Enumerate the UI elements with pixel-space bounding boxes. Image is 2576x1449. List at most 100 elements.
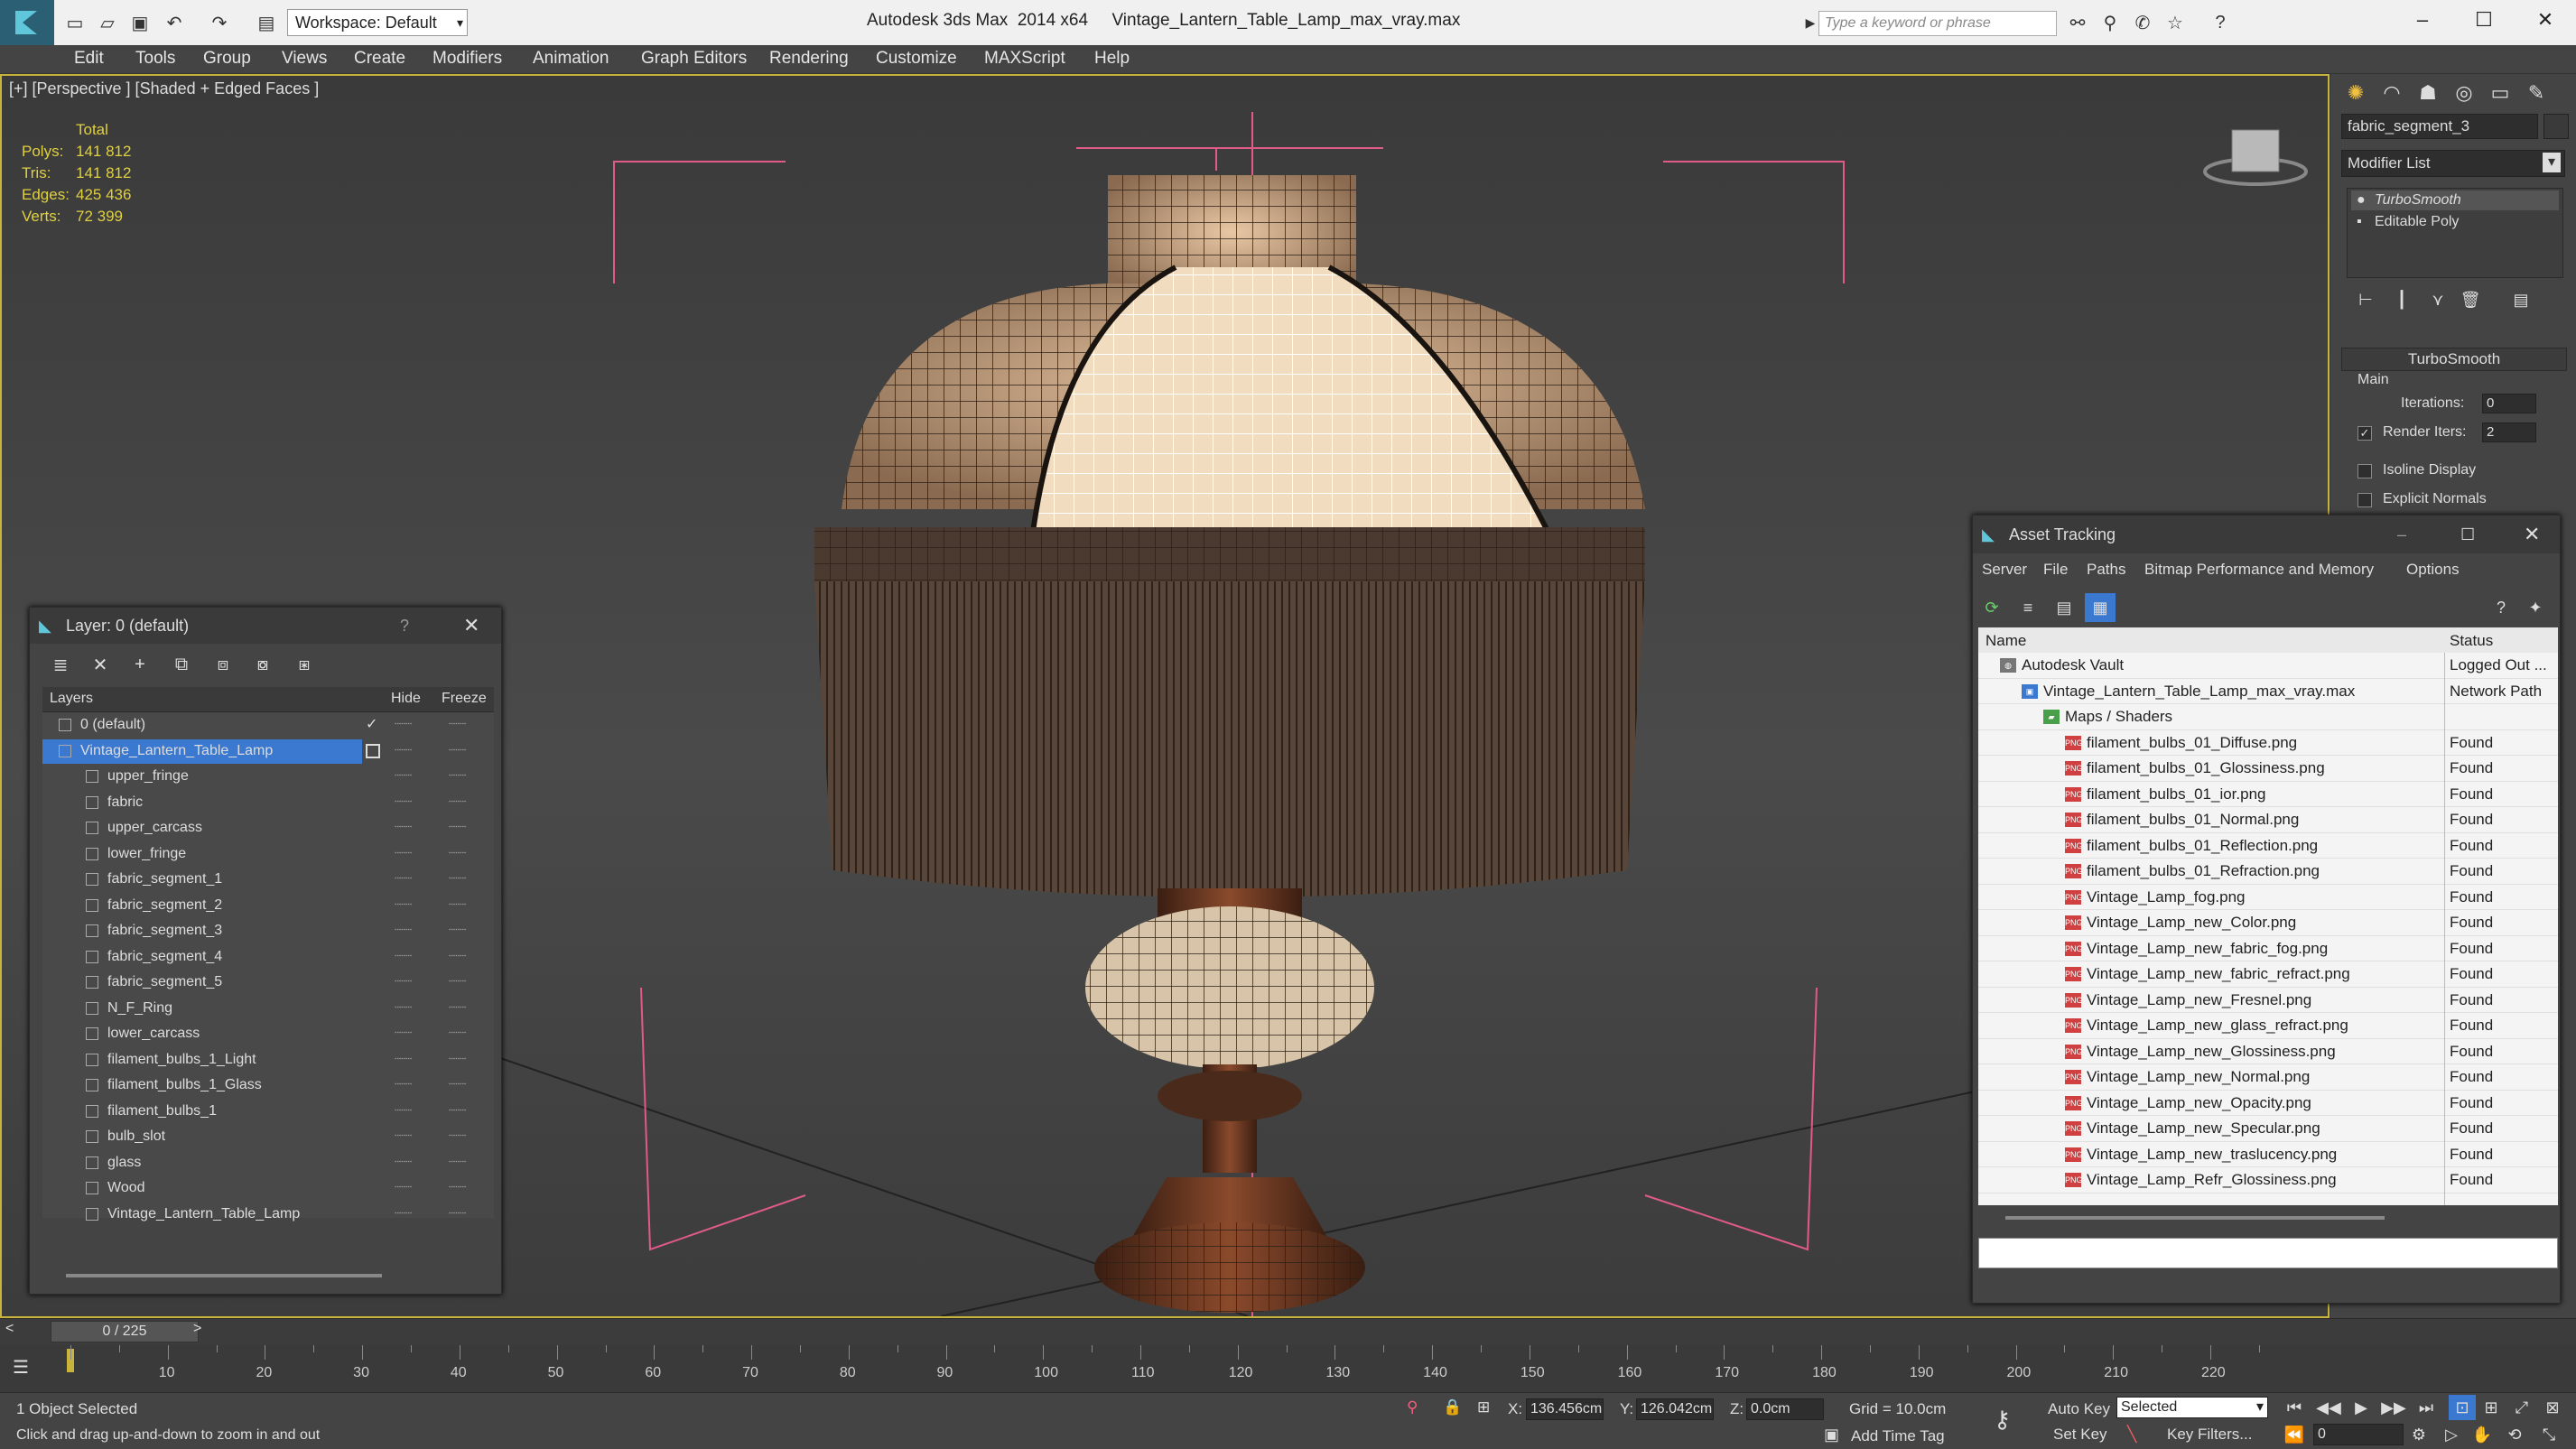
motion-tab-icon[interactable]: ◎ [2448,79,2480,107]
list-view-icon[interactable]: ≡ [2013,593,2043,622]
freeze-all-icon[interactable]: ⧆ [288,649,321,680]
help-icon[interactable]: ? [2209,11,2232,34]
pan-view-icon[interactable]: ✋ [2469,1422,2496,1447]
menu-customize[interactable]: Customize [876,49,957,69]
asset-menu-file[interactable]: File [2043,561,2068,579]
layer-row[interactable]: N_F_Ring ┈┈ ┈┈ [42,996,494,1022]
layer-row[interactable]: fabric_segment_3 ┈┈ ┈┈ [42,918,494,944]
layer-row[interactable]: glass ┈┈ ┈┈ [42,1150,494,1176]
remove-modifier-icon[interactable]: 🗑 [2457,287,2484,312]
layer-row[interactable]: Wood ┈┈ ┈┈ [42,1175,494,1202]
prev-frame-icon[interactable]: < [5,1321,14,1337]
field-of-view-icon[interactable]: ▷ [2438,1422,2465,1447]
turbosmooth-rollout[interactable]: TurboSmooth [2341,348,2567,371]
col-layers[interactable]: Layers [50,691,93,707]
asset-row[interactable]: PNG Vintage_Lamp_new_Color.png Found [1978,910,2558,936]
open-file-icon[interactable]: ▱ [96,11,119,34]
modifier-list-dropdown[interactable]: Modifier List ▾ [2341,150,2565,177]
hide-toggle-icon[interactable]: ┈┈ [395,712,412,738]
key-icon[interactable]: ⚷ [1994,1406,2011,1434]
help-icon[interactable]: ? [400,608,409,644]
hide-all-icon[interactable]: ⧇ [246,649,279,680]
freeze-toggle-icon[interactable]: ┈┈ [449,1021,466,1046]
z-coordinate-field[interactable]: 0.0cm [1746,1398,1824,1420]
hide-toggle-icon[interactable]: ┈┈ [395,1047,412,1073]
stack-item-editable-poly[interactable]: ▪ Editable Poly [2351,212,2559,232]
freeze-toggle-icon[interactable]: ┈┈ [449,867,466,892]
col-status[interactable]: Status [2450,632,2493,650]
layer-row[interactable]: fabric_segment_4 ┈┈ ┈┈ [42,944,494,971]
freeze-toggle-icon[interactable]: ┈┈ [449,1150,466,1175]
pin-icon[interactable]: ✦ [2520,593,2551,622]
freeze-toggle-icon[interactable]: ┈┈ [449,764,466,789]
hide-toggle-icon[interactable]: ┈┈ [395,815,412,841]
asset-row[interactable]: ▰ Maps / Shaders [1978,704,2558,730]
layer-row[interactable]: fabric_segment_2 ┈┈ ┈┈ [42,893,494,919]
key-mode-dropdown[interactable]: Selected ▾ [2116,1397,2268,1418]
hierarchy-tab-icon[interactable]: ☗ [2412,79,2444,107]
layer-row[interactable]: lower_carcass ┈┈ ┈┈ [42,1021,494,1047]
asset-row[interactable]: PNG Vintage_Lamp_new_traslucency.png Found [1978,1142,2558,1167]
isolate-selection-icon[interactable]: ⚲ [1407,1398,1418,1416]
orbit-icon[interactable]: ⟲ [2501,1422,2528,1447]
freeze-toggle-icon[interactable]: ┈┈ [449,970,466,995]
asset-row[interactable]: ◍ Autodesk Vault Logged Out ... [1978,653,2558,679]
layer-row[interactable]: filament_bulbs_1 ┈┈ ┈┈ [42,1099,494,1125]
hide-toggle-icon[interactable]: ┈┈ [395,996,412,1021]
asset-row[interactable]: PNG Vintage_Lamp_new_Glossiness.png Found [1978,1039,2558,1064]
layer-row[interactable]: bulb_slot ┈┈ ┈┈ [42,1124,494,1150]
utilities-tab-icon[interactable]: ✎ [2520,79,2553,107]
freeze-toggle-icon[interactable]: ┈┈ [449,1073,466,1098]
layer-row[interactable]: upper_fringe ┈┈ ┈┈ [42,764,494,790]
layer-row[interactable]: fabric_segment_5 ┈┈ ┈┈ [42,970,494,996]
zoom-extents-icon[interactable]: ⤢ [2508,1395,2535,1420]
y-coordinate-field[interactable]: 126.042cm [1636,1398,1714,1420]
freeze-toggle-icon[interactable]: ┈┈ [449,790,466,815]
expand-icon[interactable]: ▪ [2357,212,2362,232]
asset-row[interactable]: PNG Vintage_Lamp_new_fabric_fog.png Found [1978,936,2558,961]
save-file-icon[interactable]: ▣ [128,11,152,34]
select-objects-icon[interactable]: ⧉ [165,649,198,680]
hide-toggle-icon[interactable]: ┈┈ [395,1073,412,1098]
col-freeze[interactable]: Freeze [442,691,487,707]
display-tab-icon[interactable]: ▭ [2484,79,2516,107]
hide-toggle-icon[interactable]: ┈┈ [395,1099,412,1124]
hide-toggle-icon[interactable]: ┈┈ [395,1124,412,1149]
col-name[interactable]: Name [1985,632,2026,650]
current-frame-field[interactable]: 0 [2313,1424,2404,1445]
close-icon[interactable]: ✕ [463,608,479,644]
asset-row[interactable]: PNG Vintage_Lamp_Refr_Glossiness.png Found [1978,1167,2558,1194]
hide-toggle-icon[interactable]: ┈┈ [395,1150,412,1175]
minimize-icon[interactable]: – [2397,516,2406,553]
asset-row[interactable]: PNG Vintage_Lamp_new_Fresnel.png Found [1978,988,2558,1013]
menu-modifiers[interactable]: Modifiers [432,49,502,69]
time-tag-icon[interactable]: ▣ [1824,1426,1839,1444]
layer-row[interactable]: Vintage_Lantern_Table_Lamp ┈┈ ┈┈ [42,738,494,765]
layer-row[interactable]: fabric_segment_1 ┈┈ ┈┈ [42,867,494,893]
hide-toggle-icon[interactable]: ┈┈ [395,893,412,918]
project-folder-icon[interactable]: ▤ [255,11,278,34]
layer-row[interactable]: upper_carcass ┈┈ ┈┈ [42,815,494,841]
new-file-icon[interactable]: ▭ [63,11,87,34]
asset-row[interactable]: PNG Vintage_Lamp_new_Opacity.png Found [1978,1091,2558,1116]
isoline-display-checkbox[interactable] [2357,464,2372,478]
freeze-toggle-icon[interactable]: ┈┈ [449,944,466,970]
absolute-mode-icon[interactable]: ⊞ [1477,1398,1490,1416]
col-hide[interactable]: Hide [391,691,421,707]
minimize-button[interactable]: – [2391,0,2454,40]
asset-row[interactable]: PNG Vintage_Lamp_new_glass_refract.png Fou… [1978,1013,2558,1039]
layer-window-titlebar[interactable]: ◣ Layer: 0 (default) ? ✕ [30,608,501,644]
communication-icon[interactable]: ✆ [2131,11,2154,34]
hide-toggle-icon[interactable]: ┈┈ [395,944,412,970]
table-view-icon[interactable]: ▦ [2085,593,2116,622]
bulb-icon[interactable]: ● [2357,190,2366,210]
layer-row[interactable]: filament_bulbs_1_Glass ┈┈ ┈┈ [42,1073,494,1099]
render-iters-checkbox[interactable]: ✓ [2357,426,2372,441]
highlight-layer-icon[interactable]: ⧈ [207,649,239,680]
add-layer-icon[interactable]: + [124,649,156,680]
next-frame-icon[interactable]: > [193,1321,201,1337]
freeze-toggle-icon[interactable]: ┈┈ [449,1047,466,1073]
subscription-icon[interactable]: ⚲ [2098,11,2122,34]
zoom-all-icon[interactable]: ⊞ [2478,1395,2505,1420]
maximize-button[interactable]: ☐ [2452,0,2516,40]
